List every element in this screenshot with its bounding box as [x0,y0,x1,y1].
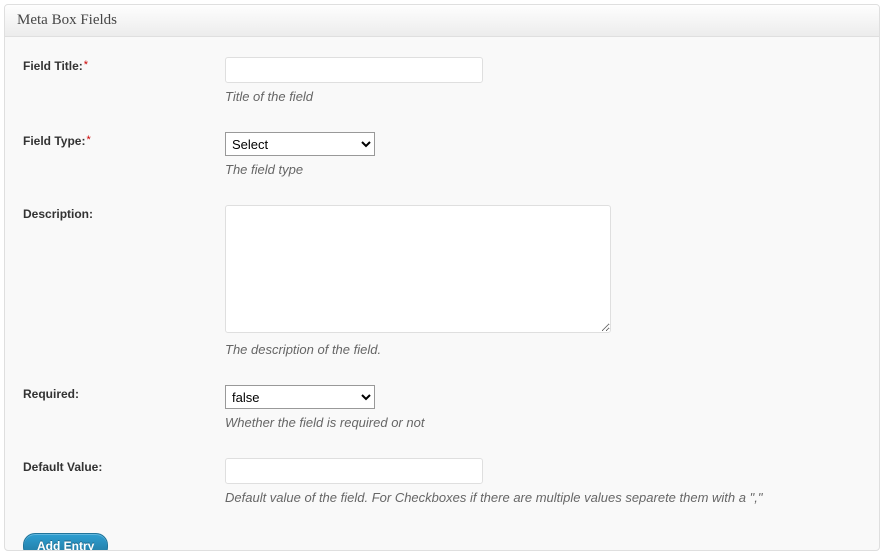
required-indicator-icon: * [86,134,90,146]
default-value-help: Default value of the field. For Checkbox… [225,490,861,505]
default-value-label: Default Value: [23,458,225,474]
field-title-row: Field Title:* Title of the field [23,57,861,104]
add-entry-button[interactable]: Add Entry [23,533,108,551]
field-type-label: Field Type:* [23,132,225,148]
required-indicator-icon: * [84,59,88,71]
field-title-label: Field Title:* [23,57,225,73]
panel-title: Meta Box Fields [5,5,879,37]
description-row: Description: The description of the fiel… [23,205,861,357]
description-label: Description: [23,205,225,221]
field-type-row: Field Type:* Select The field type [23,132,861,177]
field-title-help: Title of the field [225,89,861,104]
field-title-input[interactable] [225,57,483,83]
field-type-select[interactable]: Select [225,132,375,156]
meta-box-fields-panel: Meta Box Fields Field Title:* Title of t… [4,4,880,551]
default-value-row: Default Value: Default value of the fiel… [23,458,861,505]
button-row: Add Entry [23,533,861,551]
default-value-input[interactable] [225,458,483,484]
panel-body: Field Title:* Title of the field Field T… [5,37,879,551]
required-help: Whether the field is required or not [225,415,861,430]
description-help: The description of the field. [225,342,861,357]
description-textarea[interactable] [225,205,611,333]
required-select[interactable]: false [225,385,375,409]
required-label: Required: [23,385,225,401]
required-row: Required: false Whether the field is req… [23,385,861,430]
field-type-help: The field type [225,162,861,177]
